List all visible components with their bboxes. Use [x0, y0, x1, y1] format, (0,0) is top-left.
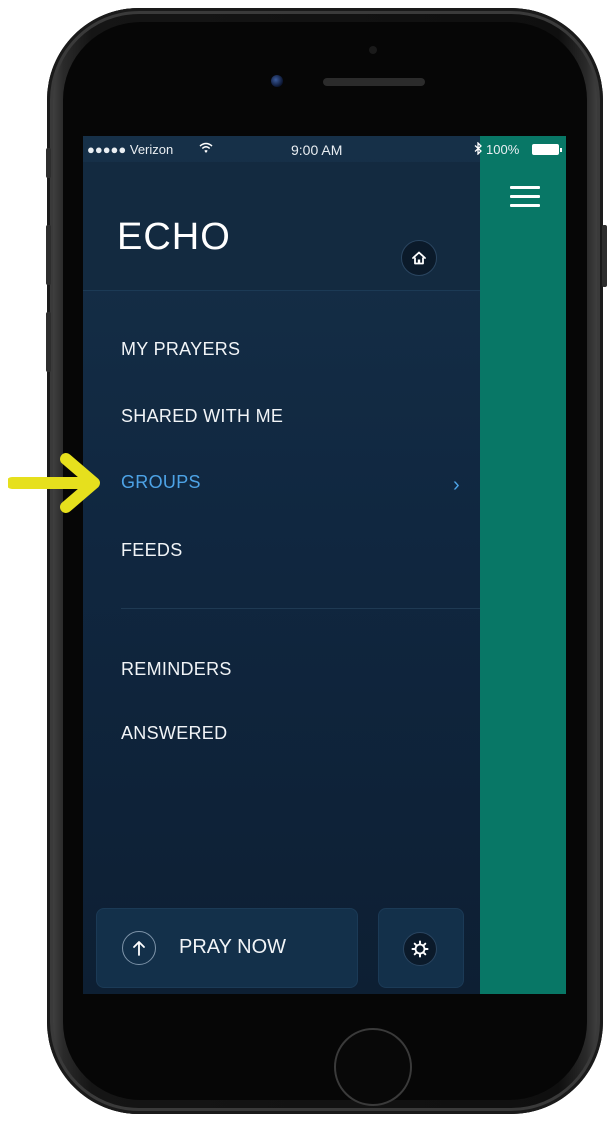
earpiece-speaker: [323, 78, 425, 86]
side-menu: ECHO MY PRAYERS SHARED WITH ME GROUPS › …: [83, 136, 480, 994]
pray-now-label: PRAY NOW: [179, 936, 287, 958]
battery-icon: [532, 144, 562, 155]
carrier-label: ●●●●● Verizon: [87, 142, 174, 157]
menu-item-shared-with-me[interactable]: SHARED WITH ME: [121, 406, 283, 427]
wifi-icon: [199, 142, 213, 153]
sensor-dot: [369, 46, 377, 54]
main-content-peek[interactable]: [480, 136, 566, 994]
volume-down-button: [46, 312, 51, 372]
status-time: 9:00 AM: [291, 142, 343, 158]
app-screen: ECHO MY PRAYERS SHARED WITH ME GROUPS › …: [83, 136, 566, 994]
pray-now-button[interactable]: PRAY NOW: [96, 908, 358, 988]
bluetooth-icon: [474, 142, 482, 155]
home-icon: [412, 251, 426, 265]
menu-item-groups[interactable]: GROUPS: [121, 472, 201, 493]
status-bar: ●●●●● Verizon 9:00 AM 100%: [83, 136, 566, 162]
menu-divider: [121, 608, 480, 609]
annotation-arrow-icon: [8, 453, 100, 513]
home-button[interactable]: [334, 1028, 412, 1106]
menu-item-reminders[interactable]: REMINDERS: [121, 659, 232, 680]
home-icon-button[interactable]: [401, 240, 437, 276]
chevron-right-icon: ›: [453, 474, 460, 496]
mute-switch: [46, 148, 51, 178]
gear-icon: [403, 932, 437, 966]
app-logo: ECHO: [117, 216, 231, 258]
hamburger-menu-icon[interactable]: [510, 186, 540, 210]
volume-up-button: [46, 225, 51, 285]
menu-item-feeds[interactable]: FEEDS: [121, 540, 183, 561]
menu-item-my-prayers[interactable]: MY PRAYERS: [121, 339, 240, 360]
power-button: [602, 225, 607, 287]
arrow-up-icon: [122, 931, 156, 965]
settings-button[interactable]: [378, 908, 464, 988]
menu-header: ECHO: [83, 162, 480, 291]
battery-percent: 100%: [486, 142, 520, 157]
menu-item-answered[interactable]: ANSWERED: [121, 723, 227, 744]
front-camera: [271, 75, 283, 87]
